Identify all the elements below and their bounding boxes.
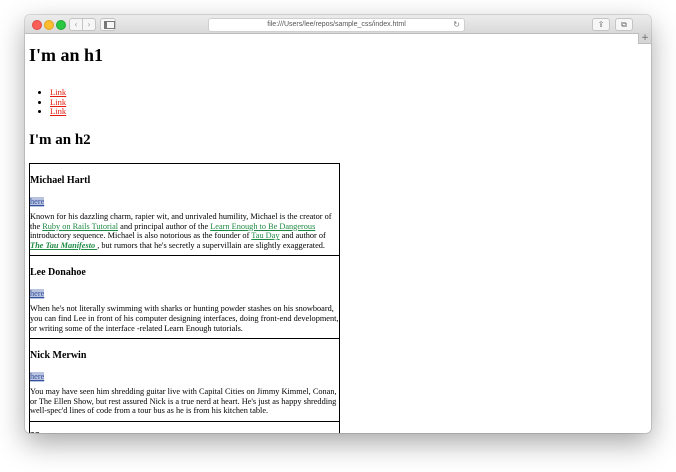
bio-list: Michael Hartl here Known for his dazzlin… — [29, 163, 340, 433]
share-icon: ⇪ — [597, 20, 605, 29]
bio-name: Nick Merwin — [30, 350, 87, 362]
close-window-button[interactable] — [32, 20, 42, 30]
link[interactable]: Link — [50, 97, 66, 107]
sidebar-icon — [104, 21, 115, 29]
tabs-icon: ⧉ — [621, 20, 627, 29]
bio-box: Nick Merwin here You may have seen him s… — [30, 339, 339, 422]
address-bar[interactable]: file:///Users/lee/repos/sample_css/index… — [208, 18, 465, 32]
page-content: I'm an h1 Link Link Link I'm an h2 Micha… — [25, 34, 651, 433]
forward-button[interactable]: › — [82, 18, 96, 31]
page-h2: I'm an h2 — [29, 132, 91, 148]
bio-text-segment: introductory sequence. Michael is also n… — [30, 231, 252, 241]
bio-here-link[interactable]: here — [30, 289, 45, 300]
bio-name: ?? — [30, 422, 339, 433]
link[interactable]: Link — [50, 87, 66, 97]
bio-here-link[interactable]: here — [30, 197, 45, 207]
maximize-window-button[interactable] — [56, 20, 66, 30]
bio-text-segment: , but rumors that he's secretly a superv… — [97, 240, 325, 250]
bio-text-segment: and author of — [279, 231, 326, 241]
bio-name: Michael Hartl — [30, 175, 91, 186]
tau-manifesto-link[interactable]: The Tau Manifesto — [30, 241, 97, 250]
browser-toolbar: ‹ › file:///Users/lee/repos/sample_css/i… — [25, 15, 651, 34]
link[interactable]: Link — [50, 106, 66, 116]
address-text: file:///Users/lee/repos/sample_css/index… — [267, 21, 406, 28]
bio-text-segment: and principal author of the — [118, 221, 211, 231]
bio-name: Lee Donahoe — [30, 267, 86, 279]
minimize-window-button[interactable] — [44, 20, 54, 30]
bio-box: ?? — [30, 422, 339, 433]
bio-text: When he's not literally swimming with sh… — [30, 304, 339, 333]
reload-icon[interactable]: ↻ — [453, 19, 460, 31]
learn-enough-link[interactable]: Learn Enough to Be Dangerous — [210, 222, 315, 231]
chevron-right-icon: › — [87, 20, 91, 29]
sidebar-toggle-button[interactable] — [100, 18, 116, 31]
share-button[interactable]: ⇪ — [592, 18, 610, 31]
page-h1: I'm an h1 — [29, 45, 104, 65]
list-item: Link — [50, 106, 66, 117]
bio-box: Michael Hartl here Known for his dazzlin… — [30, 164, 339, 257]
back-button[interactable]: ‹ — [69, 18, 83, 31]
link-list: Link Link Link — [37, 87, 66, 117]
ruby-on-rails-tutorial-link[interactable]: Ruby on Rails Tutorial — [42, 222, 118, 231]
bio-here-link[interactable]: here — [30, 372, 45, 383]
chevron-left-icon: ‹ — [74, 20, 78, 29]
bio-text: You may have seen him shredding guitar l… — [30, 387, 337, 416]
bio-box: Lee Donahoe here When he's not literally… — [30, 256, 339, 340]
bio-text: Known for his dazzling charm, rapier wit… — [30, 212, 339, 255]
tau-day-link[interactable]: Tau Day — [251, 231, 279, 240]
browser-window: ‹ › file:///Users/lee/repos/sample_css/i… — [25, 15, 651, 433]
show-tabs-button[interactable]: ⧉ — [615, 18, 633, 31]
